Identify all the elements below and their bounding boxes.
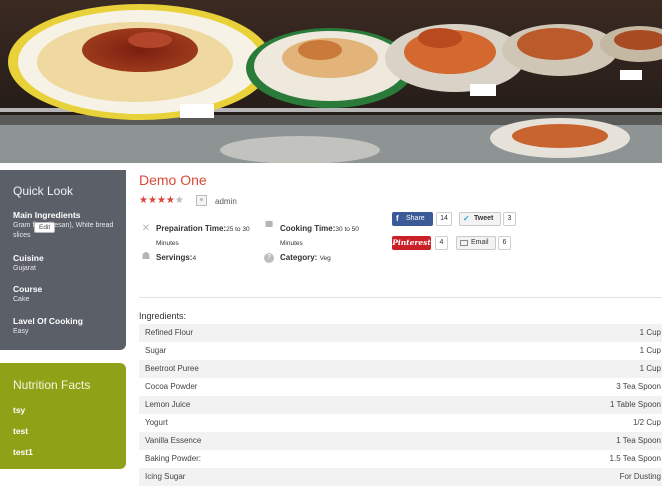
pinterest-label: Pinterest — [392, 238, 431, 247]
nutrition-item[interactable]: test1 — [13, 447, 33, 457]
ingredient-name: Sugar — [145, 346, 167, 355]
nutrition-item[interactable]: tsy — [13, 405, 25, 415]
ingredient-qty: 1 Cup — [639, 346, 661, 355]
pinterest-button[interactable]: Pinterest — [392, 236, 431, 250]
cooking-pot-icon: ▀ — [265, 222, 273, 233]
prep-time-label: Prepairation Time: — [156, 224, 227, 233]
quick-look-label: Cuisine — [13, 253, 44, 263]
table-row: Refined Flour 1 Cup — [139, 324, 662, 342]
tweet-label: Tweet — [474, 215, 494, 222]
quick-look-value: Gujarat — [13, 265, 36, 272]
quick-look-panel: Quick Look Main Ingredients Gram flour (… — [0, 170, 126, 350]
facebook-share-label: Share — [406, 215, 425, 222]
tweet-count: 3 — [503, 212, 516, 226]
star-empty-icon[interactable]: ★ — [175, 195, 184, 206]
star-filled-icon[interactable]: ★ — [166, 195, 175, 206]
quick-look-cuisine: Cuisine Gujarat — [13, 253, 121, 274]
quick-look-label: Lavel Of Cooking — [13, 316, 83, 326]
quick-look-title: Quick Look — [13, 184, 74, 198]
edit-tooltip[interactable]: Edit — [34, 222, 56, 233]
author-avatar — [196, 195, 207, 206]
quick-look-value: Easy — [13, 328, 29, 335]
ingredient-name: Icing Sugar — [145, 472, 186, 481]
table-row: Lemon Juice 1 Table Spoon — [139, 396, 662, 414]
ingredient-qty: 3 Tea Spoon — [616, 382, 661, 391]
prep-time: Prepairation Time:25 to 30 Minutes — [156, 222, 256, 250]
author-name[interactable]: admin — [215, 197, 237, 206]
servings-label: Servings: — [156, 253, 193, 262]
utensils-icon: ✕ — [141, 223, 151, 234]
ingredient-name: Cocoa Powder — [145, 382, 198, 391]
star-filled-icon[interactable]: ★ — [148, 195, 157, 206]
cook-time-value: 30 to 50 — [335, 226, 359, 233]
nutrition-item[interactable]: test — [13, 426, 28, 436]
ingredient-qty: 1 Cup — [639, 328, 661, 337]
cook-time-unit: Minutes — [280, 240, 303, 247]
twitter-bird-icon: ✓ — [463, 214, 470, 223]
table-row: Baking Powder: 1.5 Tea Spoon — [139, 450, 662, 468]
pinterest-count: 4 — [435, 236, 448, 250]
category-value: Veg — [319, 255, 331, 262]
cook-time-label: Cooking Time: — [280, 224, 336, 233]
ingredient-qty: 1.5 Tea Spoon — [609, 454, 661, 463]
ingredient-name: Lemon Juice — [145, 400, 191, 409]
ingredients-heading: Ingredients: — [139, 311, 187, 321]
category: Category: Veg — [280, 251, 331, 265]
servings-value: 4 — [192, 255, 197, 262]
quick-look-value: Cake — [13, 296, 30, 303]
category-label: Category: — [280, 253, 318, 262]
star-rating[interactable]: ★★★★★ — [139, 195, 184, 206]
ingredient-qty: 1 Cup — [639, 364, 661, 373]
servings-icon: ☗ — [141, 251, 151, 262]
star-filled-icon[interactable]: ★ — [157, 195, 166, 206]
recipe-title: Demo One — [139, 172, 207, 188]
ingredients-table: Refined Flour 1 Cup Sugar 1 Cup Beetroot P… — [139, 324, 662, 486]
table-row: Icing Sugar For Dusting — [139, 468, 662, 486]
facebook-share-count: 14 — [436, 212, 452, 226]
quick-look-course: Course Cake — [13, 284, 121, 305]
ingredient-name: Baking Powder: — [145, 454, 202, 463]
ingredient-qty: 1 Tea Spoon — [616, 436, 661, 445]
section-divider — [139, 297, 662, 298]
prep-time-value: 25 to 30 — [226, 226, 250, 233]
tweet-button[interactable]: ✓ Tweet — [459, 212, 501, 226]
star-filled-icon[interactable]: ★ — [139, 195, 148, 206]
email-label: Email — [471, 239, 489, 246]
ingredient-name: Beetroot Puree — [145, 364, 199, 373]
table-row: Beetroot Puree 1 Cup — [139, 360, 662, 378]
nutrition-facts-panel: Nutrition Facts tsy test test1 — [0, 363, 126, 469]
ingredient-name: Refined Flour — [145, 328, 194, 337]
ingredient-name: Yogurt — [145, 418, 168, 427]
table-row: Cocoa Powder 3 Tea Spoon — [139, 378, 662, 396]
email-count: 6 — [498, 236, 511, 250]
pasta-display-photo — [0, 0, 662, 163]
ingredient-qty: For Dusting — [619, 472, 661, 481]
nutrition-title: Nutrition Facts — [13, 378, 91, 392]
quick-look-level: Lavel Of Cooking Easy — [13, 316, 121, 337]
table-row: Vanilla Essence 1 Tea Spoon — [139, 432, 662, 450]
facebook-share-button[interactable]: Share — [392, 212, 433, 226]
category-icon: ? — [264, 253, 274, 263]
prep-time-unit: Minutes — [156, 240, 179, 247]
quick-look-value: Gram flour (besan), White bread slices — [13, 222, 114, 239]
quick-look-label: Course — [13, 284, 43, 294]
quick-look-main-ingredients: Main Ingredients Gram flour (besan), Whi… — [13, 210, 121, 241]
cook-time: Cooking Time:30 to 50 Minutes — [280, 222, 380, 250]
table-row: Yogurt 1/2 Cup — [139, 414, 662, 432]
email-share-button[interactable]: Email — [456, 236, 496, 250]
envelope-icon — [460, 240, 468, 246]
table-row: Sugar 1 Cup — [139, 342, 662, 360]
ingredient-qty: 1 Table Spoon — [609, 400, 661, 409]
ingredient-name: Vanilla Essence — [145, 436, 202, 445]
hero-image — [0, 0, 662, 163]
quick-look-label: Main Ingredients — [13, 210, 81, 220]
servings: Servings:4 — [156, 251, 196, 265]
ingredient-qty: 1/2 Cup — [632, 418, 661, 427]
